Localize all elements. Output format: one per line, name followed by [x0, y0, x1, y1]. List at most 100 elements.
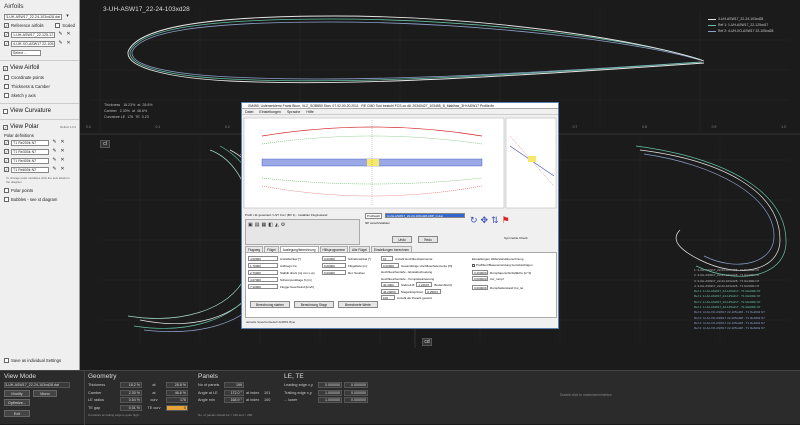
input-field[interactable]: 7.10000: [248, 284, 278, 289]
input-field[interactable]: 10: [381, 256, 393, 261]
geo-pos-warning[interactable]: 0: [166, 404, 188, 411]
ref-airfoil-2-select[interactable]: 4-UH-XO-ASW17 22-105...: [11, 40, 55, 47]
geo-pos[interactable]: 46.6 %: [166, 389, 188, 396]
close-icon[interactable]: ✕: [60, 149, 65, 154]
polar-2-select[interactable]: T1 Re300k N7: [11, 148, 49, 155]
input-field[interactable]: 40.4000: [381, 282, 399, 287]
lete-x[interactable]: 0.000000: [318, 382, 342, 388]
close-icon[interactable]: ✕: [60, 158, 65, 163]
polar-4-select[interactable]: T1 Re600k N7: [11, 166, 49, 173]
edit-icon[interactable]: ✎: [58, 32, 63, 37]
polar-1-select[interactable]: T1 Re200k N7: [11, 139, 49, 146]
polar-3-select[interactable]: T1 Re400k N7: [11, 157, 49, 164]
sketch-y-axis-checkbox[interactable]: [4, 93, 9, 98]
exit-button[interactable]: Exit: [4, 410, 30, 417]
profil-select[interactable]: 3-UH-ASW17_22-24-103xd28-0DP_C.dat: [385, 213, 465, 218]
input-field[interactable]: 1.70000: [248, 263, 278, 268]
menu-language[interactable]: Sprache: [287, 109, 300, 114]
polar-1-checkbox[interactable]: ✓: [4, 140, 9, 145]
mode-select[interactable]: Mono: [33, 390, 57, 397]
input-field[interactable]: 2.70000: [248, 270, 278, 275]
open-icon[interactable]: ▣: [248, 222, 253, 228]
move-icon[interactable]: ✥: [481, 215, 489, 226]
polar-points-checkbox[interactable]: [4, 188, 9, 193]
input-field[interactable]: 0.300000: [472, 270, 488, 275]
polar-axis-selector-left[interactable]: cl: [100, 140, 110, 148]
polar-axis-selector-right[interactable]: cd: [422, 338, 432, 346]
symmetry-check[interactable]: Symmetrie Check: [504, 236, 528, 240]
bubbles-checkbox[interactable]: [4, 197, 9, 202]
view-curvature-checkbox[interactable]: [3, 108, 8, 114]
close-icon[interactable]: ✕: [60, 140, 65, 145]
input-field[interactable]: 0.00000: [322, 270, 346, 275]
input-field[interactable]: 0.25847: [425, 288, 442, 294]
panel-value[interactable]: 168.9 °: [224, 397, 244, 403]
input-field[interactable]: 4.07000: [248, 277, 278, 282]
scaled-checkbox[interactable]: [55, 23, 61, 28]
close-icon[interactable]: ✕: [60, 167, 65, 172]
thickness-camber-checkbox[interactable]: [4, 84, 9, 89]
wing-icon[interactable]: ◭: [275, 222, 279, 228]
geo-pos[interactable]: 28.8 %: [166, 382, 188, 388]
edit-icon[interactable]: ✎: [58, 41, 63, 46]
view-mode-select[interactable]: 3-UH-ASW17_22-24-103xd28.dat: [4, 382, 70, 388]
view-polar-checkbox[interactable]: ✓: [3, 124, 8, 130]
input-field[interactable]: 0.00000: [322, 263, 346, 268]
mirror-icon[interactable]: ⇅: [491, 215, 499, 226]
edit-icon[interactable]: ✎: [52, 149, 57, 154]
view-airfoil-checkbox[interactable]: ✓: [3, 65, 8, 71]
close-icon[interactable]: ✕: [66, 32, 71, 37]
input-field[interactable]: 0.000000: [472, 285, 488, 290]
geo-value[interactable]: 18.2 %: [120, 382, 142, 388]
panel-value[interactable]: 199: [224, 382, 244, 388]
profile-bubble-checkbox[interactable]: [472, 263, 475, 267]
geo-value[interactable]: 2.30 %: [120, 389, 142, 396]
lete-x[interactable]: 1.000000: [318, 397, 342, 403]
ref-airfoil-1-select[interactable]: 1-UH-ASW17_22-125-17...: [11, 31, 55, 38]
stop-calc-button[interactable]: Berechnung Stopp: [294, 301, 334, 308]
save-icon[interactable]: ▤: [255, 222, 260, 228]
values-button[interactable]: Berechnete Werte: [338, 301, 378, 308]
save-settings-checkbox[interactable]: [4, 358, 9, 363]
grid-icon[interactable]: ▦: [261, 222, 266, 228]
input-field[interactable]: 0.00000: [381, 262, 399, 268]
polar-3-checkbox[interactable]: ✓: [4, 158, 9, 163]
geo-value[interactable]: 0.54 %: [120, 397, 142, 403]
input-field[interactable]: 1.24607: [416, 282, 433, 287]
menu-file[interactable]: Datei: [245, 109, 253, 114]
geo-pos[interactable]: 176: [166, 397, 188, 403]
lete-y[interactable]: 0.000000: [344, 389, 368, 396]
polar-4-checkbox[interactable]: ✓: [4, 167, 9, 172]
geo-value[interactable]: 0.01 %: [120, 404, 142, 411]
flag-icon[interactable]: ⚑: [502, 215, 510, 226]
edit-icon[interactable]: ✎: [52, 158, 57, 163]
menu-help[interactable]: Hilfe: [306, 109, 313, 114]
lete-y[interactable]: 0.000000: [344, 382, 368, 388]
reference-airfoils-checkbox[interactable]: ✓: [4, 23, 9, 28]
edit-icon[interactable]: ✎: [52, 167, 57, 172]
lete-y[interactable]: 0.000000: [344, 397, 368, 403]
optimize-button[interactable]: Optimize...: [4, 399, 30, 406]
undo-button[interactable]: Undo: [392, 236, 412, 243]
input-field[interactable]: 0.000000: [472, 276, 488, 281]
rotate-icon[interactable]: ↻: [470, 215, 478, 226]
redo-button[interactable]: Redo: [418, 236, 438, 243]
input-field[interactable]: 0.00000: [322, 256, 346, 261]
settings-icon[interactable]: ⚙: [281, 222, 285, 228]
input-field[interactable]: 100: [381, 295, 395, 300]
ref-airfoil-2-checkbox[interactable]: ✓: [4, 41, 9, 46]
coordinate-points-checkbox[interactable]: [4, 75, 9, 80]
panel-value[interactable]: 172.0 °: [224, 389, 244, 396]
input-field[interactable]: 46.20000: [381, 288, 399, 294]
chevron-down-icon[interactable]: ▾: [65, 14, 70, 19]
airfoil-select[interactable]: 3-UH-ASW17_22-24-103xd28.dat: [4, 13, 62, 20]
flight-calc-dialog[interactable]: XM450, Listenenklemr Frank Blum, VLZ_SOB…: [241, 102, 559, 329]
add-reference-select[interactable]: Select ...: [11, 49, 41, 56]
ref-airfoil-1-checkbox[interactable]: ✓: [4, 32, 9, 37]
input-field[interactable]: 4.00000: [248, 256, 278, 261]
menu-settings[interactable]: Einstellungen: [259, 109, 281, 114]
start-calc-button[interactable]: Berechnung starten: [250, 301, 290, 308]
edit-icon[interactable]: ✎: [52, 140, 57, 145]
modify-button[interactable]: Modify: [4, 390, 30, 397]
plot-icon[interactable]: ◧: [268, 222, 273, 228]
